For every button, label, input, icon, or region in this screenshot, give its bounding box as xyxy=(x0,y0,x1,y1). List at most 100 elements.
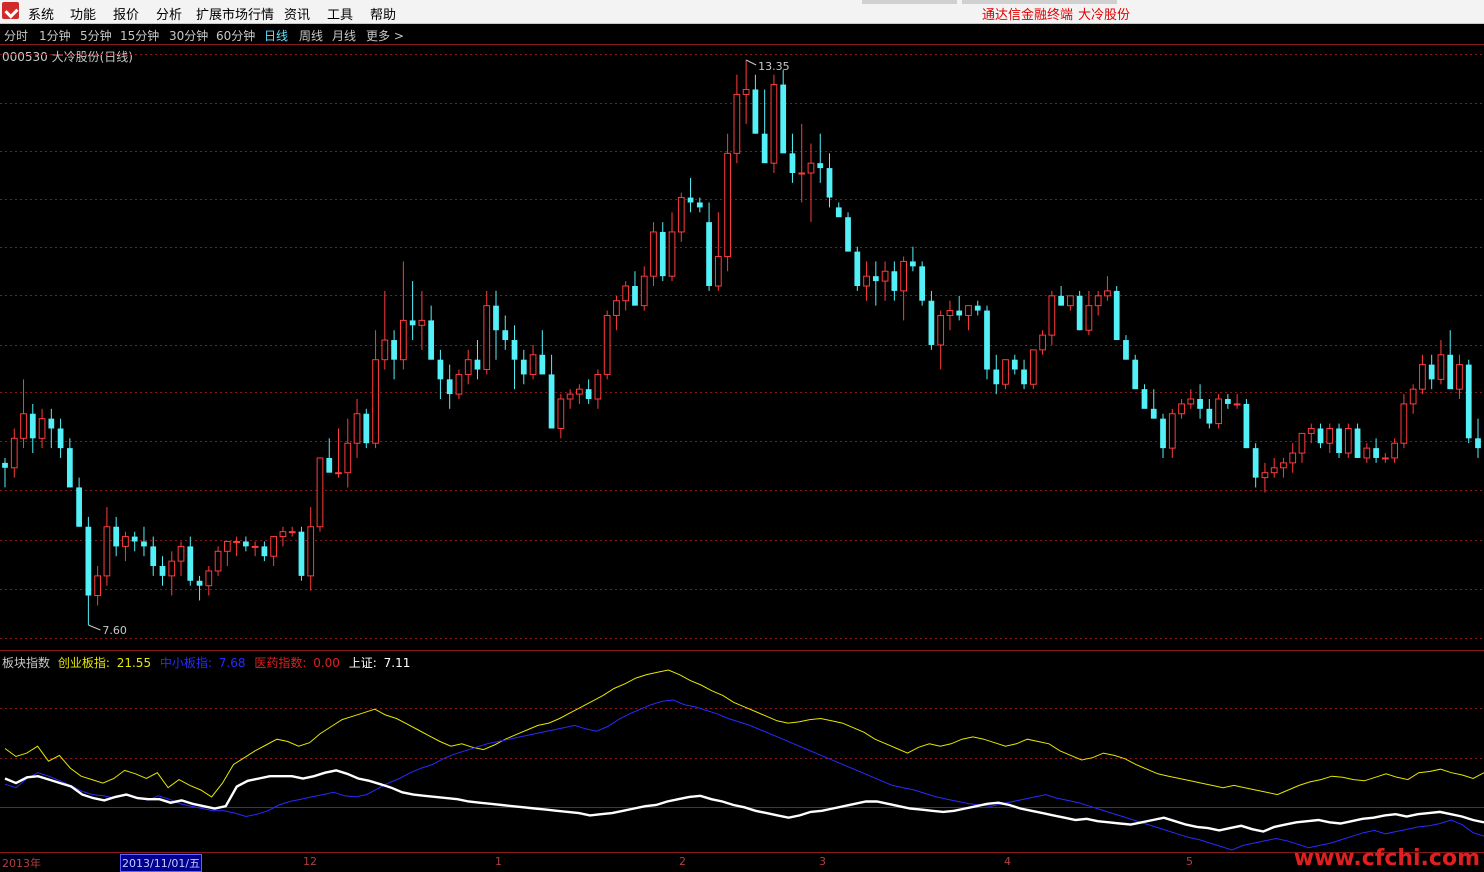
candle-body-down xyxy=(1021,369,1027,385)
candle-body-up xyxy=(1067,295,1074,307)
candle-body-up xyxy=(122,536,129,547)
time-label-jan: 1 xyxy=(495,855,502,868)
candle-body-up xyxy=(372,359,379,444)
candle-body-up xyxy=(1261,472,1269,479)
candle-body-down xyxy=(242,541,249,547)
candle-body-down xyxy=(585,389,592,399)
candle-body-down xyxy=(57,428,64,449)
legend-yiyao-value: 0.00 xyxy=(313,656,340,670)
candle-body-up xyxy=(937,314,945,346)
candle-body-down xyxy=(150,546,157,567)
candle-body-up xyxy=(1363,447,1371,459)
candle-body-up xyxy=(214,550,222,572)
candle-body-up xyxy=(1048,295,1056,336)
candle-body-down xyxy=(391,340,397,360)
candle-body-up xyxy=(1187,398,1195,405)
candle-body-down xyxy=(48,418,55,429)
candle-body-up xyxy=(557,398,565,429)
legend-sh-value: 7.11 xyxy=(383,656,411,670)
candle-body-up xyxy=(168,560,176,577)
candle-body-up xyxy=(353,413,361,444)
candle-body-up xyxy=(1002,359,1009,385)
candle-body-up xyxy=(724,152,731,258)
candle-body-down xyxy=(1197,399,1203,409)
candle-body-up xyxy=(1344,427,1352,454)
time-label-dec: 12 xyxy=(303,855,317,868)
candle-body-up xyxy=(483,305,491,371)
candle-body-up xyxy=(233,540,240,543)
indicator-legend: 板块指数 创业板指: 21.55 中小板指: 7.68 医药指数: 0.00 上… xyxy=(2,654,410,671)
candle-body-down xyxy=(131,536,138,542)
candle-body-down xyxy=(984,310,990,370)
candle-body-down xyxy=(446,379,453,395)
candle-body-down xyxy=(845,217,851,252)
candle-body-up xyxy=(279,531,287,538)
candle-body-up xyxy=(1039,334,1046,351)
candle-body-up xyxy=(1215,398,1222,425)
candle-body-down xyxy=(1428,364,1435,380)
legend-sh-label: 上证: xyxy=(348,656,377,670)
candle-body-down xyxy=(872,276,879,282)
high-price-label: 13.35 xyxy=(758,60,790,73)
candle-body-down xyxy=(76,487,82,527)
candle-body-up xyxy=(863,275,870,287)
candle-body-down xyxy=(761,133,768,164)
candle-body-down xyxy=(187,546,194,581)
candle-body-down xyxy=(891,271,898,291)
candle-body-down xyxy=(1132,359,1139,390)
indicator-series-line xyxy=(4,769,1484,833)
candle-body-up xyxy=(177,545,185,562)
candle-body-down xyxy=(1252,448,1259,478)
candle-body-down xyxy=(1150,408,1157,419)
candle-body-down xyxy=(956,310,963,316)
candle-body-up xyxy=(1326,427,1334,444)
candle-body-down xyxy=(696,202,703,208)
pane-separator[interactable] xyxy=(0,650,1484,651)
candle-body-down xyxy=(196,580,203,586)
candle-body-down xyxy=(1243,403,1250,449)
candle-body-down xyxy=(437,359,444,380)
candle-body-down xyxy=(1160,418,1166,449)
candle-body-up xyxy=(1456,364,1463,390)
chart-canvas[interactable]: 13.35 7.60 xyxy=(0,0,1484,866)
candle-body-up xyxy=(1178,403,1185,415)
candle-body-up xyxy=(418,319,426,326)
candle-body-down xyxy=(409,320,416,326)
low-price-label: 7.60 xyxy=(102,624,127,637)
candle-body-down xyxy=(687,197,694,203)
candle-body-down xyxy=(511,340,518,360)
candle-body-up xyxy=(946,310,954,316)
candle-body-down xyxy=(1011,359,1018,370)
candle-body-down xyxy=(539,354,546,375)
candle-body-down xyxy=(261,546,268,557)
candle-body-down xyxy=(363,413,370,444)
candle-body-down xyxy=(1465,364,1472,439)
candle-body-up xyxy=(622,285,630,302)
candle-body-up xyxy=(1085,305,1093,331)
candle-body-down xyxy=(910,261,916,267)
candle-body-up xyxy=(38,418,46,439)
candle-body-down xyxy=(789,153,796,173)
candle-body-up xyxy=(455,373,463,395)
candle-body-up xyxy=(900,260,907,292)
candle-body-up xyxy=(335,472,342,475)
candle-body-up xyxy=(1381,457,1389,460)
candle-body-up xyxy=(1280,462,1287,469)
candle-body-down xyxy=(817,163,824,169)
time-axis: 2013年 2013/11/01/五 12 1 2 3 4 5 xyxy=(0,852,1484,872)
candle-body-up xyxy=(650,231,657,277)
legend-zxb-label: 中小板指: xyxy=(159,656,212,670)
candle-body-up xyxy=(640,275,648,307)
legend-cyb-value: 21.55 xyxy=(116,656,152,670)
candle-body-up xyxy=(1307,427,1315,434)
candle-body-down xyxy=(1354,428,1361,458)
watermark: www.cfchi.com xyxy=(1293,846,1480,871)
candle-body-down xyxy=(835,207,842,218)
candle-body-up xyxy=(1409,388,1417,405)
time-label-2013: 2013年 xyxy=(2,857,41,870)
candle-body-down xyxy=(29,413,36,439)
candle-body-down xyxy=(1123,340,1129,360)
legend-title: 板块指数 xyxy=(2,656,51,670)
candle-body-up xyxy=(223,540,231,552)
candle-body-up xyxy=(1029,349,1037,385)
